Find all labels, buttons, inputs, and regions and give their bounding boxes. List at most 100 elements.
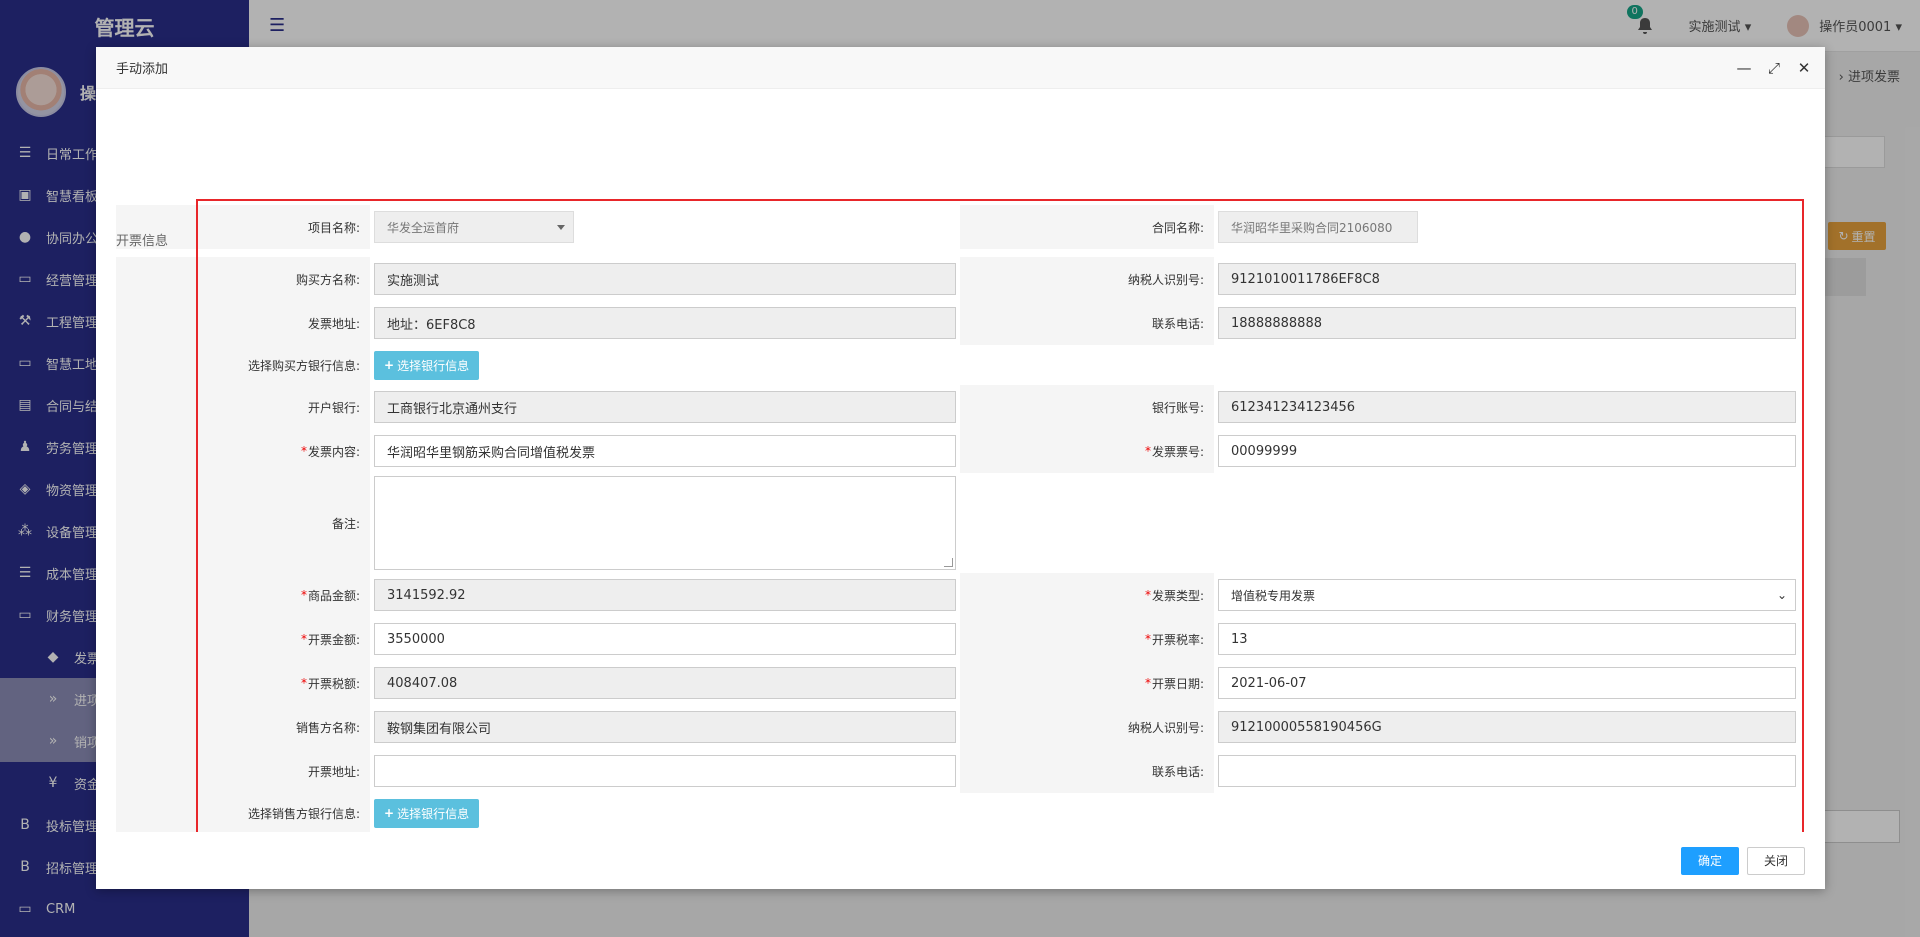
buyer-name-input[interactable]: 实施测试 [374, 263, 956, 295]
tax-rate-cell: 13 [1214, 617, 1800, 661]
button-label: 选择银行信息 [397, 358, 470, 373]
dialog-body: 项目名称: 华发全运首府 合同名称: 华润昭华里采购合同2106080 开票信息… [96, 89, 1825, 832]
tax-amount-label: * 开票税额: [196, 661, 370, 705]
close-icon[interactable]: ✕ [1795, 59, 1813, 77]
goods-amount-input[interactable]: 3141592.92 [374, 579, 956, 611]
label-text: 销售方名称: [295, 720, 360, 735]
invoice-content-input[interactable]: 华润昭华里钢筋采购合同增值税发票 [374, 435, 956, 467]
dialog-footer: 确定 关闭 [96, 832, 1825, 889]
caret-down-icon [557, 225, 565, 230]
required-mark: * [300, 588, 307, 602]
invoice-number-input[interactable]: 00099999 [1218, 435, 1796, 467]
contract-name-label: 合同名称: [960, 205, 1214, 249]
seller-address-input[interactable] [374, 755, 956, 787]
buyer-taxid-input[interactable]: 9121010011786EF8C8 [1218, 263, 1796, 295]
required-mark: * [1144, 632, 1151, 646]
invoice-type-cell: 增值税专用发票 ⌄ [1214, 573, 1800, 617]
form-row: * 商品金额: 3141592.92 * 发票类型: 增值税专用发票 ⌄ [116, 573, 1800, 617]
seller-phone-label: 联系电话: [960, 749, 1214, 793]
seller-bank-select-button[interactable]: + 选择银行信息 [374, 798, 480, 828]
label-text: 联系电话: [1151, 764, 1204, 779]
manual-add-dialog: 手动添加 — ⤢ ✕ 项目名称: 华发全运首府 合同名称: 华润昭华里采购合同2… [96, 47, 1825, 889]
tax-amount-input[interactable]: 408407.08 [374, 667, 956, 699]
buyer-phone-input[interactable]: 18888888888 [1218, 307, 1796, 339]
dialog-header: 手动添加 — ⤢ ✕ [96, 47, 1825, 89]
seller-name-cell: 鞍钢集团有限公司 [370, 705, 960, 749]
tax-rate-input[interactable]: 13 [1218, 623, 1796, 655]
label-text: 备注: [331, 516, 360, 531]
form-row: 开户银行: 工商银行北京通州支行 银行账号: 612341234123456 [116, 385, 1800, 429]
label-text: 发票类型: [1151, 588, 1204, 603]
invoice-content-cell: 华润昭华里钢筋采购合同增值税发票 [370, 429, 960, 473]
invoice-date-input[interactable]: 2021-06-07 [1218, 667, 1796, 699]
required-mark: * [1144, 588, 1151, 602]
label-text: 联系电话: [1151, 316, 1204, 331]
seller-phone-input[interactable] [1218, 755, 1796, 787]
form-row: 开票地址: 联系电话: [116, 749, 1800, 793]
seller-taxid-label: 纳税人识别号: [960, 705, 1214, 749]
chevron-down-icon: ⌄ [1776, 588, 1787, 602]
form-row: 备注: [116, 473, 1800, 573]
label-text: 发票票号: [1151, 444, 1204, 459]
bank-account-input[interactable]: 612341234123456 [1218, 391, 1796, 423]
invoice-type-select[interactable]: 增值税专用发票 ⌄ [1218, 579, 1796, 611]
maximize-icon[interactable]: ⤢ [1765, 59, 1783, 77]
form-row: 销售方名称: 鞍钢集团有限公司 纳税人识别号: 91210000558190456G [116, 705, 1800, 749]
seller-name-input[interactable]: 鞍钢集团有限公司 [374, 711, 956, 743]
buyer-bank-select-cell: + 选择银行信息 [370, 345, 960, 385]
invoice-address-label: 发票地址: [196, 301, 370, 345]
remark-cell [370, 473, 960, 573]
label-text: 银行账号: [1151, 400, 1204, 415]
label-text: 开票税额: [307, 676, 360, 691]
seller-address-cell [370, 749, 960, 793]
bank-name-input[interactable]: 工商银行北京通州支行 [374, 391, 956, 423]
label-text: 开票金额: [307, 632, 360, 647]
buyer-phone-label: 联系电话: [960, 301, 1214, 345]
form-row: * 开票金额: 3550000 * 开票税率: 13 [116, 617, 1800, 661]
form-row: * 发票内容: 华润昭华里钢筋采购合同增值税发票 * 发票票号: 00099999 [116, 429, 1800, 473]
bank-name-label: 开户银行: [196, 385, 370, 429]
label-text: 发票内容: [307, 444, 360, 459]
required-mark: * [1144, 676, 1151, 690]
remark-label: 备注: [196, 473, 370, 573]
contract-name-select[interactable]: 华润昭华里采购合同2106080 [1218, 211, 1418, 243]
seller-bank-select-cell: + 选择银行信息 [370, 793, 960, 832]
invoice-address-cell: 地址：6EF8C8 [370, 301, 960, 345]
plus-icon: + [384, 806, 395, 820]
buyer-phone-cell: 18888888888 [1214, 301, 1800, 345]
invoice-amount-label: * 开票金额: [196, 617, 370, 661]
form-row: 选择购买方银行信息: + 选择银行信息 [116, 345, 1800, 385]
invoice-date-label: * 开票日期: [960, 661, 1214, 705]
form-row: * 开票税额: 408407.08 * 开票日期: 2021-06-07 [116, 661, 1800, 705]
label-text: 开票税率: [1151, 632, 1204, 647]
label-text: 开票日期: [1151, 676, 1204, 691]
buyer-bank-select-button[interactable]: + 选择银行信息 [374, 350, 480, 380]
buyer-name-cell: 实施测试 [370, 257, 960, 301]
form-row: 发票地址: 地址：6EF8C8 联系电话: 18888888888 [116, 301, 1800, 345]
label-text: 纳税人识别号: [1127, 720, 1204, 735]
form-row: 选择销售方银行信息: + 选择银行信息 [116, 793, 1800, 832]
confirm-button[interactable]: 确定 [1681, 846, 1739, 875]
invoice-number-label: * 发票票号: [960, 429, 1214, 473]
goods-amount-label: * 商品金额: [196, 573, 370, 617]
buyer-taxid-cell: 9121010011786EF8C8 [1214, 257, 1800, 301]
seller-phone-cell [1214, 749, 1800, 793]
required-mark: * [300, 676, 307, 690]
remark-textarea[interactable] [374, 476, 956, 570]
tax-rate-label: * 开票税率: [960, 617, 1214, 661]
label-text: 选择购买方银行信息: [247, 358, 360, 373]
bank-name-cell: 工商银行北京通州支行 [370, 385, 960, 429]
invoice-amount-input[interactable]: 3550000 [374, 623, 956, 655]
project-name-select[interactable]: 华发全运首府 [374, 211, 574, 243]
invoice-address-input[interactable]: 地址：6EF8C8 [374, 307, 956, 339]
goods-amount-cell: 3141592.92 [370, 573, 960, 617]
close-button[interactable]: 关闭 [1747, 846, 1805, 875]
required-mark: * [300, 632, 307, 646]
seller-taxid-input[interactable]: 91210000558190456G [1218, 711, 1796, 743]
button-label: 选择银行信息 [397, 806, 470, 821]
label-text: 开户银行: [307, 400, 360, 415]
tax-amount-cell: 408407.08 [370, 661, 960, 705]
buyer-name-label: 购买方名称: [196, 257, 370, 301]
plus-icon: + [384, 358, 395, 372]
minimize-icon[interactable]: — [1735, 59, 1753, 77]
